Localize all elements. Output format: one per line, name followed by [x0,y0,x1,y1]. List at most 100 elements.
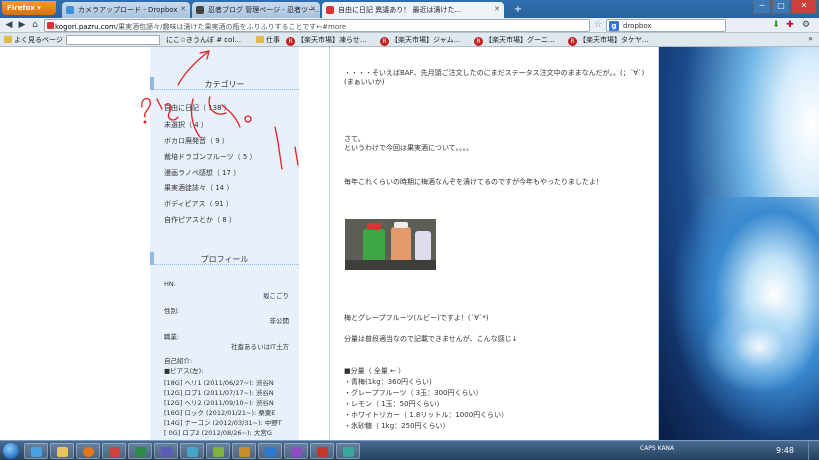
article-content: ・・・・そいえばBAF、先月頭ご注文したのにまだステータス注文中のままなんだが。… [329,47,659,440]
category-link[interactable]: 自由に日記（ 138 ） [164,103,231,113]
close-window-button[interactable]: ✕ [791,0,817,14]
maximize-button[interactable]: □ [772,0,790,14]
close-tab-icon[interactable]: ✕ [494,5,500,13]
article-text: ・・・・そいえばBAF、先月頭ご注文したのにまだステータス注文中のままなんだが。… [344,69,645,77]
taskbar-app-1[interactable] [102,443,126,459]
taskbar-app-5[interactable] [206,443,230,459]
category-link[interactable]: ボディピアス（ 91 ） [164,199,233,209]
rakuten-icon: R [286,37,295,46]
tab-label: 自由に日記 異議あり！ 最近は漬けた... [338,6,462,14]
background-artwork [659,47,819,440]
folder-icon [256,36,264,43]
show-desktop-button[interactable] [808,441,819,460]
clock[interactable]: 9:48 [776,446,794,455]
tab-ninja-admin[interactable]: 忍者ブログ 管理ページ - 忍者ツー... ✕ [192,2,320,18]
bookmark-folder-work[interactable]: 仕事 [256,35,280,45]
bookmarks-toolbar: よく見るページ にこ☆きうんぽ # col... 仕事 R 【楽天市場】凍らせ..… [0,33,819,47]
rakuten-icon: R [568,37,577,46]
sidebar: カテゴリー 自由に日記（ 138 ） 未選択（ 4 ） ボカロ廃発音（ 9 ） … [150,47,299,440]
home-icon[interactable]: ⌂ [29,20,41,31]
menu-icon[interactable]: ⚙ [800,20,812,31]
taskbar-app-firefox[interactable] [76,443,100,459]
category-link[interactable]: 裁培ドラゴンフルーツ（ 5 ） [164,152,257,162]
new-tab-button[interactable]: + [512,4,524,16]
taskbar-app-6[interactable] [232,443,256,459]
start-button[interactable] [3,443,19,459]
bookmark-rakuten-1[interactable]: R 【楽天市場】凍らせ... [286,35,367,46]
taskbar-app-ie[interactable] [24,443,48,459]
taskbar-app-7[interactable] [258,443,282,459]
fruit-liquor-photo[interactable] [345,219,436,270]
tab-blog-active[interactable]: 自由に日記 異議あり！ 最近は漬けた... ✕ [322,2,504,18]
taskbar-app-10[interactable] [336,443,360,459]
taskbar-app-4[interactable] [180,443,204,459]
category-header: カテゴリー [150,77,299,90]
bookmark-item[interactable]: にこ☆きうんぽ # col... [166,35,241,45]
app-icon [291,447,302,457]
minimize-button[interactable]: ─ [753,0,771,14]
ninja-favicon-icon [196,6,204,14]
bookmark-item[interactable]: よく見るページ [4,35,63,45]
taskbar-app-3[interactable] [154,443,178,459]
article-text: さて。 [344,135,365,143]
amount-item: ・ホワイトリカー（ 1.8リットル：1000円くらい） [344,411,509,419]
taskbar-app-explorer[interactable] [50,443,74,459]
site-favicon-icon [47,22,54,29]
pot-image [415,231,431,261]
bookmark-blank-item[interactable] [66,35,160,45]
window-controls: ─ □ ✕ [752,0,817,16]
download-icon[interactable]: ⬇ [770,20,782,31]
app-icon [135,447,146,457]
close-tab-icon[interactable]: ✕ [310,5,316,13]
page-margin-left [0,47,150,440]
bookmark-rakuten-4[interactable]: R 【楽天市場】タケヤ... [568,35,649,46]
addon-icon[interactable]: ✚ [784,20,796,31]
rakuten-icon: R [474,37,483,46]
search-input[interactable]: g dropbox [606,19,726,32]
photo-caption: 梅とグレープフルーツ(ルビー)ですよ！(´∀`*) [344,314,489,322]
bookmarks-overflow-icon[interactable]: » [808,34,813,43]
article-text: 分量は普段適当なので記載できませんが、こんな感じ↓ [344,335,518,343]
profile-title: プロフィール [200,255,249,264]
tab-dropbox[interactable]: カメラアップロード - Dropbox ✕ [62,2,190,18]
tab-label: カメラアップロード - Dropbox [78,6,178,14]
bookmark-rakuten-3[interactable]: R 【楽天市場】グーニ... [474,35,555,46]
category-link[interactable]: 未選択（ 4 ） [164,120,208,130]
close-tab-icon[interactable]: ✕ [180,5,186,13]
piercing-entry: [ 0G] ロブ2 (2012/08/26~): 大宮G [164,429,272,437]
piercing-entry: [12G] ロブ1 (2011/07/17~): 渋谷N [164,389,274,397]
search-query: dropbox [623,22,652,30]
profile-header: プロフィール [150,252,299,265]
folder-icon [57,447,68,457]
windows-taskbar: CAPS KANA 9:48 [0,440,819,460]
app-icon [109,447,120,457]
app-icon [213,447,224,457]
system-tray[interactable]: CAPS KANA [640,445,674,452]
profile-piercing-label: ■ピアス(左): [164,367,204,375]
category-link[interactable]: 漫画ラノベ感想（ 17 ） [164,168,240,178]
bookmark-rakuten-2[interactable]: R 【楽天市場】ジャム... [380,35,460,46]
category-link[interactable]: ボカロ廃発音（ 9 ） [164,136,229,146]
navigation-bar: ◀ ▶ ⌂ kogori.pazru.com/果実酒包諦々/趣味は漬けた果実酒の… [0,18,819,33]
amount-heading: ■分量（ 全量 ← ） [344,367,406,375]
dropbox-favicon-icon [66,6,74,14]
bookmark-star-icon[interactable]: ☆ [594,20,602,30]
category-link[interactable]: 果実酒徒誌々（ 14 ） [164,183,233,193]
google-search-icon[interactable]: g [609,21,619,31]
firefox-menu-button[interactable]: Firefox ▾ [2,1,56,15]
taskbar-app-8[interactable] [284,443,308,459]
taskbar-app-9[interactable] [310,443,334,459]
category-link[interactable]: 自作ピアスとか（ 8 ） [164,215,236,225]
amount-item: ・青梅(1kg：360円くらい) [344,378,432,386]
url-domain: kogori.pazru.com [55,23,116,31]
url-bar[interactable]: kogori.pazru.com/果実酒包諦々/趣味は漬けた果実酒の瓶をふりふり… [44,19,590,32]
firefox-icon [83,447,94,457]
forward-icon[interactable]: ▶ [16,20,28,31]
taskbar-app-2[interactable] [128,443,152,459]
url-path: /果実酒包諦々/趣味は漬けた果実酒の瓶をふりふりすることです←#more [115,23,347,31]
app-icon [317,447,328,457]
profile-job-label: 職業: [164,333,180,341]
back-icon[interactable]: ◀ [3,20,15,31]
page-viewport[interactable]: カテゴリー 自由に日記（ 138 ） 未選択（ 4 ） ボカロ廃発音（ 9 ） … [0,47,819,440]
piercing-entry: [12G] ヘリ2 (2011/09/10~): 渋谷N [164,399,274,407]
